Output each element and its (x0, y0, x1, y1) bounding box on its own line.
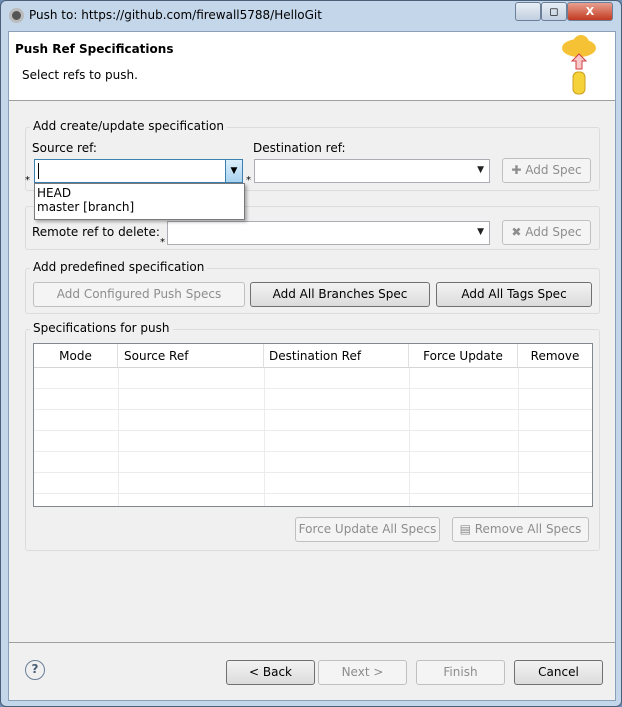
remove-icon: ▤ (459, 522, 475, 536)
maximize-button[interactable]: ◻ (541, 2, 567, 21)
source-ref-label: Source ref: (32, 141, 97, 155)
wizard-header: Push Ref Specifications Select refs to p… (9, 32, 615, 101)
text-cursor (38, 163, 39, 179)
destination-ref-label: Destination ref: (253, 141, 346, 155)
dropdown-option-head[interactable]: HEAD (37, 186, 242, 200)
minimize-button[interactable] (515, 2, 541, 21)
finish-button[interactable]: Finish (416, 660, 505, 685)
add-configured-push-specs-button[interactable]: Add Configured Push Specs (33, 282, 245, 307)
required-mark: * (246, 175, 251, 186)
add-all-tags-spec-button[interactable]: Add All Tags Spec (436, 282, 592, 307)
source-ref-combo[interactable]: ▼ (34, 159, 243, 183)
column-header-destination-ref[interactable]: Destination Ref (264, 344, 409, 368)
required-mark: * (25, 175, 30, 186)
dropdown-option-master[interactable]: master [branch] (37, 200, 242, 214)
close-button[interactable]: X (567, 2, 613, 21)
column-header-source-ref[interactable]: Source Ref (118, 344, 264, 368)
destination-ref-combo[interactable]: ▼ (254, 159, 490, 183)
column-header-remove[interactable]: Remove (518, 344, 592, 368)
column-header-mode[interactable]: Mode (34, 344, 118, 368)
wizard-client: Push Ref Specifications Select refs to p… (8, 31, 616, 701)
source-ref-dropdown-list: HEAD master [branch] (34, 183, 245, 220)
add-create-spec-button[interactable]: ✚ Add Spec (502, 158, 591, 183)
help-icon[interactable]: ? (25, 660, 45, 680)
table-body (34, 368, 592, 506)
eclipse-app-icon (9, 8, 24, 23)
force-update-all-specs-button[interactable]: Force Update All Specs (295, 517, 440, 542)
next-button[interactable]: Next > (318, 660, 407, 685)
remote-ref-combo[interactable]: ▼ (167, 221, 490, 245)
create-update-group-label: Add create/update specification (30, 119, 227, 133)
chevron-down-icon: ▼ (477, 165, 484, 175)
cancel-button[interactable]: Cancel (514, 660, 603, 685)
add-all-branches-spec-button[interactable]: Add All Branches Spec (250, 282, 430, 307)
remove-all-specs-button[interactable]: ▤ Remove All Specs (452, 517, 589, 542)
add-delete-spec-button[interactable]: ✖ Add Spec (502, 220, 591, 245)
chevron-down-icon: ▼ (477, 227, 484, 237)
source-ref-dropdown-button[interactable]: ▼ (225, 160, 242, 182)
add-icon: ✚ (511, 163, 526, 177)
page-title: Push Ref Specifications (15, 42, 174, 56)
predefined-group-label: Add predefined specification (30, 260, 208, 274)
window-title: Push to: https://github.com/firewall5788… (29, 8, 322, 22)
delete-icon: ✖ (511, 225, 526, 239)
dialog-window: Push to: https://github.com/firewall5788… (0, 0, 622, 707)
required-mark: * (160, 237, 165, 248)
cloud-push-icon (562, 35, 596, 95)
column-header-force-update[interactable]: Force Update (409, 344, 518, 368)
back-button[interactable]: < Back (226, 660, 315, 685)
specs-table[interactable]: Mode Source Ref Destination Ref Force Up… (33, 343, 593, 507)
page-subtitle: Select refs to push. (22, 68, 138, 82)
footer-divider (9, 642, 615, 643)
specs-group-label: Specifications for push (30, 321, 173, 335)
remote-ref-label: Remote ref to delete: (32, 225, 160, 239)
